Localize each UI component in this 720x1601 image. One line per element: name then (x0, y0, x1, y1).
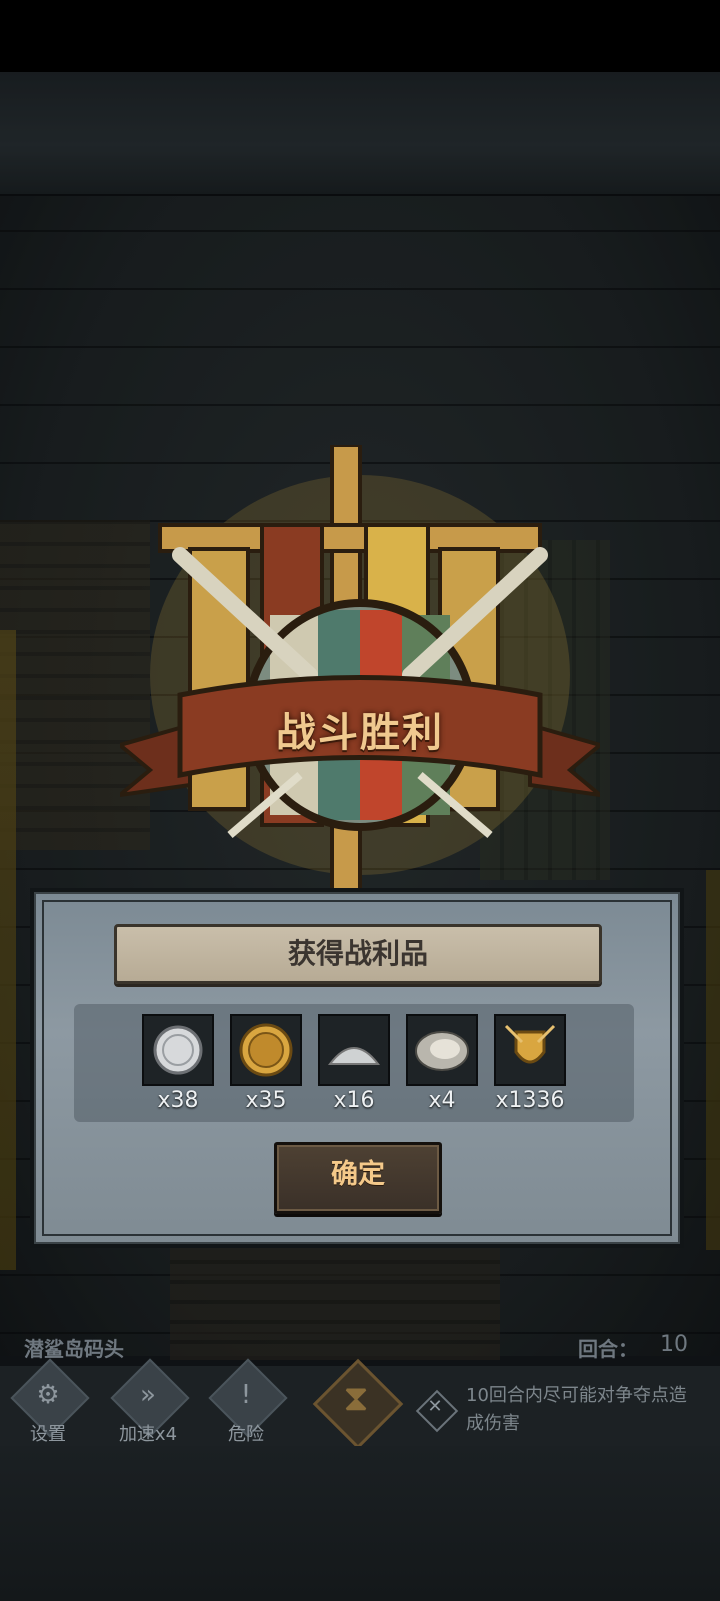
crossed-swords-icon: ✕ (427, 1396, 443, 1417)
reward-count: x4 (428, 1088, 456, 1113)
reward-count: x1336 (495, 1088, 565, 1113)
reward-item[interactable]: x38 (142, 1014, 214, 1113)
objective-icon: ✕ (415, 1389, 459, 1433)
hourglass-icon: ⧗ (343, 1378, 369, 1419)
end-turn-button[interactable]: ⧗ (312, 1358, 404, 1450)
gear-icon: ⚙ (36, 1380, 60, 1410)
salt-pile-icon (318, 1014, 390, 1086)
bottom-area (0, 1446, 720, 1601)
victory-emblem (113, 443, 607, 897)
oyster-icon (406, 1014, 478, 1086)
danger-button[interactable]: ! 危险 (208, 1358, 288, 1445)
reward-item[interactable]: x4 (406, 1014, 478, 1113)
reward-list: x38 x35 x16 x4 x1336 (74, 1004, 634, 1122)
victory-title: 战斗胜利 (276, 710, 444, 756)
reward-item[interactable]: x35 (230, 1014, 302, 1113)
reward-title: 获得战利品 (287, 937, 428, 970)
reward-title-banner: 获得战利品 (114, 924, 602, 984)
reward-count: x35 (245, 1088, 287, 1113)
reward-item[interactable]: x16 (318, 1014, 390, 1113)
reward-count: x16 (333, 1088, 375, 1113)
victory-emblem-art (113, 443, 607, 897)
round-label: 回合： (578, 1337, 638, 1361)
speed-button[interactable]: » 加速x4 (110, 1358, 190, 1445)
round-counter: 10 (660, 1332, 688, 1357)
danger-icon: ! (240, 1380, 252, 1410)
reward-item[interactable]: x1336 (494, 1014, 566, 1113)
status-bar (0, 0, 720, 72)
location-name: 潜鲨岛码头 (24, 1337, 124, 1361)
gold-coin-icon (230, 1014, 302, 1086)
reward-panel: 获得战利品 x38 x35 x16 x4 x1336 确定 (30, 888, 684, 1248)
silver-coin-icon (142, 1014, 214, 1086)
reward-count: x38 (157, 1088, 199, 1113)
fast-forward-icon: » (140, 1380, 156, 1410)
confirm-button[interactable]: 确定 (274, 1142, 442, 1214)
objective-text: 10回合内尽可能对争夺点造成伤害 (466, 1385, 687, 1434)
settings-button[interactable]: ⚙ 设置 (10, 1358, 90, 1445)
settings-label: 设置 (30, 1424, 66, 1445)
shield-crest-icon (494, 1014, 566, 1086)
danger-label: 危险 (228, 1424, 264, 1445)
confirm-label: 确定 (331, 1159, 385, 1190)
speed-label: 加速x4 (118, 1424, 178, 1445)
